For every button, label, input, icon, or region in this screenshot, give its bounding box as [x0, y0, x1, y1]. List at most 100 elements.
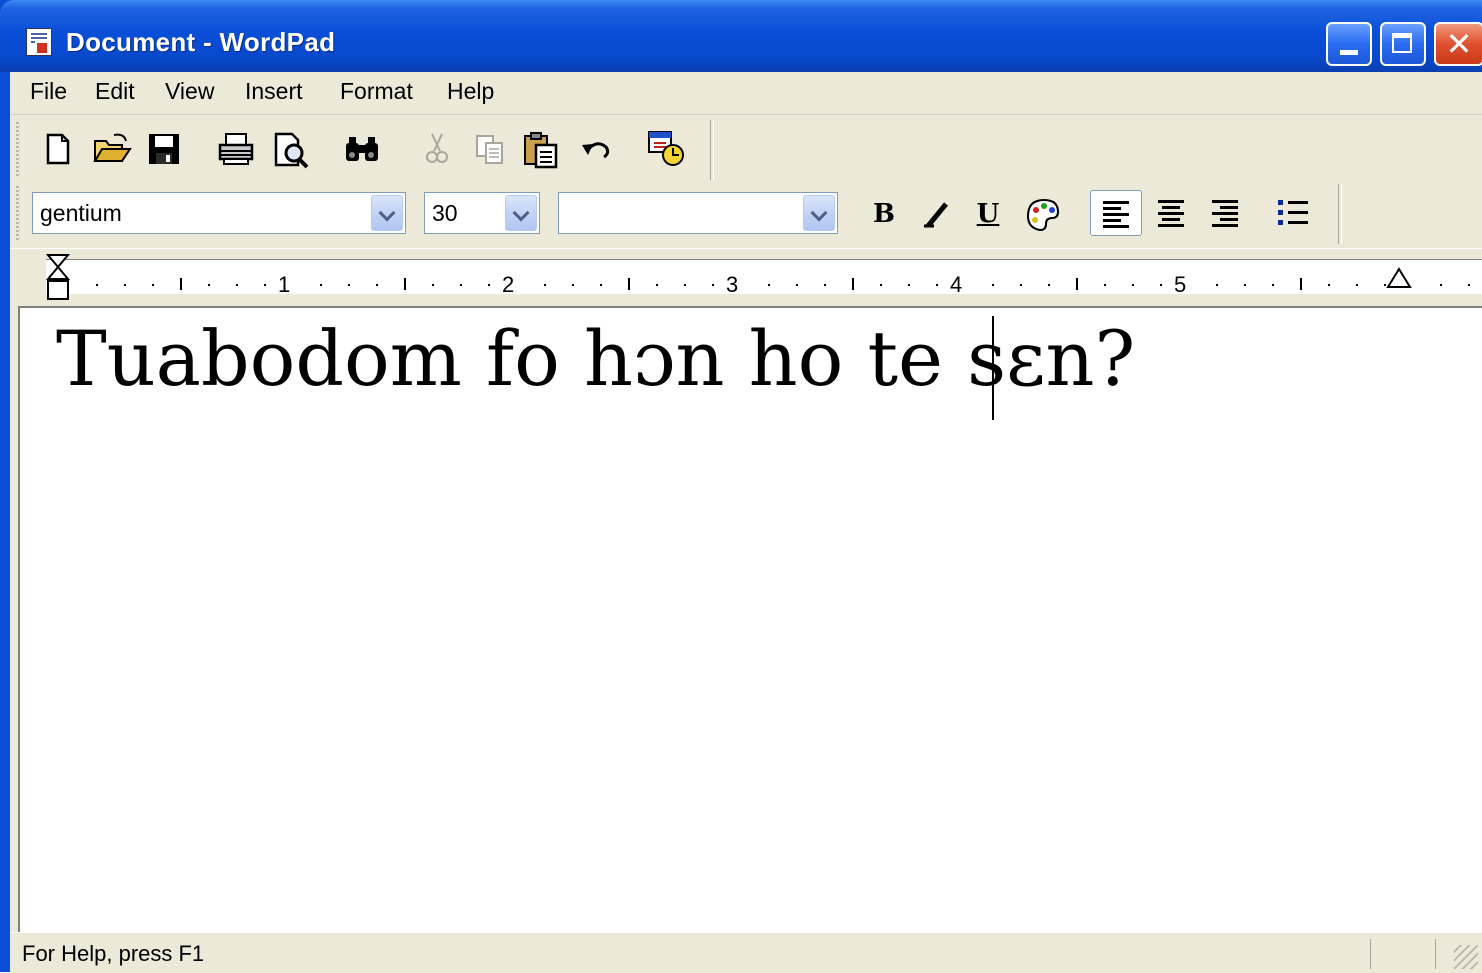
copy-icon[interactable]: [472, 131, 508, 167]
ruler-dot: [264, 284, 266, 286]
ruler-dot: [320, 284, 322, 286]
ruler[interactable]: 1 2 3 4 5: [10, 248, 1482, 305]
ruler-tick: [404, 278, 406, 290]
ruler-dot: [1468, 284, 1470, 286]
standard-toolbar: [10, 116, 1482, 182]
chevron-down-icon[interactable]: [803, 195, 835, 231]
menu-file[interactable]: File: [30, 78, 67, 105]
paste-icon[interactable]: [522, 131, 558, 169]
ruler-dot: [572, 284, 574, 286]
undo-icon[interactable]: [578, 131, 614, 167]
print-preview-icon[interactable]: [272, 131, 309, 169]
ruler-dot: [236, 284, 238, 286]
chevron-down-icon[interactable]: [505, 195, 537, 231]
print-icon[interactable]: [216, 131, 254, 167]
bold-button[interactable]: B: [864, 194, 904, 234]
minimize-icon: [1340, 50, 1358, 55]
chevron-down-icon[interactable]: [371, 195, 403, 231]
resize-grip-icon[interactable]: [1454, 945, 1478, 969]
ruler-dot: [460, 284, 462, 286]
new-document-icon[interactable]: [40, 131, 76, 167]
ruler-tick: [1076, 278, 1078, 290]
ruler-dot: [432, 284, 434, 286]
status-bar: For Help, press F1: [10, 932, 1482, 973]
maximize-button[interactable]: [1380, 22, 1426, 66]
font-size-combo[interactable]: 30: [424, 192, 540, 234]
ruler-strip: 1 2 3 4 5: [46, 259, 1482, 297]
ruler-dot: [1328, 284, 1330, 286]
close-icon: ✕: [1445, 25, 1473, 63]
ruler-number: 1: [278, 272, 291, 297]
right-indent-marker[interactable]: [1386, 265, 1412, 296]
document-area[interactable]: Tuabodom fo hɔn ho te sɛn?: [18, 306, 1482, 932]
ruler-dot: [684, 284, 686, 286]
ruler-number: 5: [1174, 272, 1187, 297]
date-time-icon[interactable]: [646, 129, 684, 166]
ruler-dot: [1272, 284, 1274, 286]
ruler-dot: [712, 284, 714, 286]
ruler-dot: [376, 284, 378, 286]
italic-button[interactable]: [916, 194, 956, 234]
align-right-button[interactable]: [1202, 190, 1250, 236]
ruler-tick: [1300, 278, 1302, 290]
status-help-text: For Help, press F1: [22, 941, 205, 966]
ruler-dot: [124, 284, 126, 286]
font-name-value: gentium: [40, 200, 122, 226]
ruler-tick: [628, 278, 630, 290]
toolbar-grip[interactable]: [16, 186, 19, 242]
align-left-button[interactable]: [1090, 190, 1142, 236]
align-center-button[interactable]: [1148, 190, 1196, 236]
menu-insert[interactable]: Insert: [245, 78, 303, 105]
ruler-dot: [768, 284, 770, 286]
ruler-number: 3: [726, 272, 739, 297]
ruler-dot: [152, 284, 154, 286]
document-text[interactable]: Tuabodom fo hɔn ho te sɛn?: [56, 314, 1135, 403]
toolbar-separator: [1338, 184, 1342, 244]
ruler-dot: [656, 284, 658, 286]
ruler-tick: [180, 278, 182, 290]
status-pane: [1370, 939, 1436, 969]
ruler-dot: [600, 284, 602, 286]
close-button[interactable]: ✕: [1434, 22, 1482, 66]
ruler-dot: [936, 284, 938, 286]
save-icon[interactable]: [146, 131, 182, 167]
menu-help[interactable]: Help: [447, 78, 494, 105]
toolbar-grip[interactable]: [16, 122, 19, 176]
bullets-button[interactable]: [1270, 190, 1318, 236]
format-toolbar: gentium 30 B U: [10, 182, 1482, 246]
window-title: Document - WordPad: [66, 27, 336, 57]
cut-icon[interactable]: [420, 131, 456, 167]
ruler-dot: [96, 284, 98, 286]
ruler-dot: [880, 284, 882, 286]
ruler-dot: [1356, 284, 1358, 286]
ruler-dot: [1160, 284, 1162, 286]
find-icon[interactable]: [342, 131, 378, 167]
left-indent-marker[interactable]: [45, 253, 71, 308]
ruler-dot: [1132, 284, 1134, 286]
ruler-dot: [1244, 284, 1246, 286]
font-script-combo[interactable]: [558, 192, 838, 234]
ruler-tick: [852, 278, 854, 290]
title-bar[interactable]: Document - WordPad ✕: [0, 0, 1482, 72]
open-folder-icon[interactable]: [92, 131, 132, 167]
ruler-dot: [208, 284, 210, 286]
font-size-value: 30: [432, 200, 458, 226]
maximize-icon: [1392, 33, 1412, 53]
wordpad-app-icon[interactable]: [26, 28, 52, 56]
ruler-dot: [1440, 284, 1442, 286]
ruler-dot: [488, 284, 490, 286]
underline-button[interactable]: U: [968, 194, 1008, 234]
menu-edit[interactable]: Edit: [95, 78, 135, 105]
minimize-button[interactable]: [1326, 22, 1372, 66]
font-name-combo[interactable]: gentium: [32, 192, 406, 234]
menu-view[interactable]: View: [165, 78, 214, 105]
ruler-dot: [796, 284, 798, 286]
color-button[interactable]: [1022, 194, 1062, 234]
ruler-number: 2: [502, 272, 515, 297]
menu-format[interactable]: Format: [340, 78, 413, 105]
text-caret: [992, 316, 994, 420]
ruler-dot: [1104, 284, 1106, 286]
ruler-dot: [348, 284, 350, 286]
ruler-dot: [544, 284, 546, 286]
ruler-dot: [908, 284, 910, 286]
